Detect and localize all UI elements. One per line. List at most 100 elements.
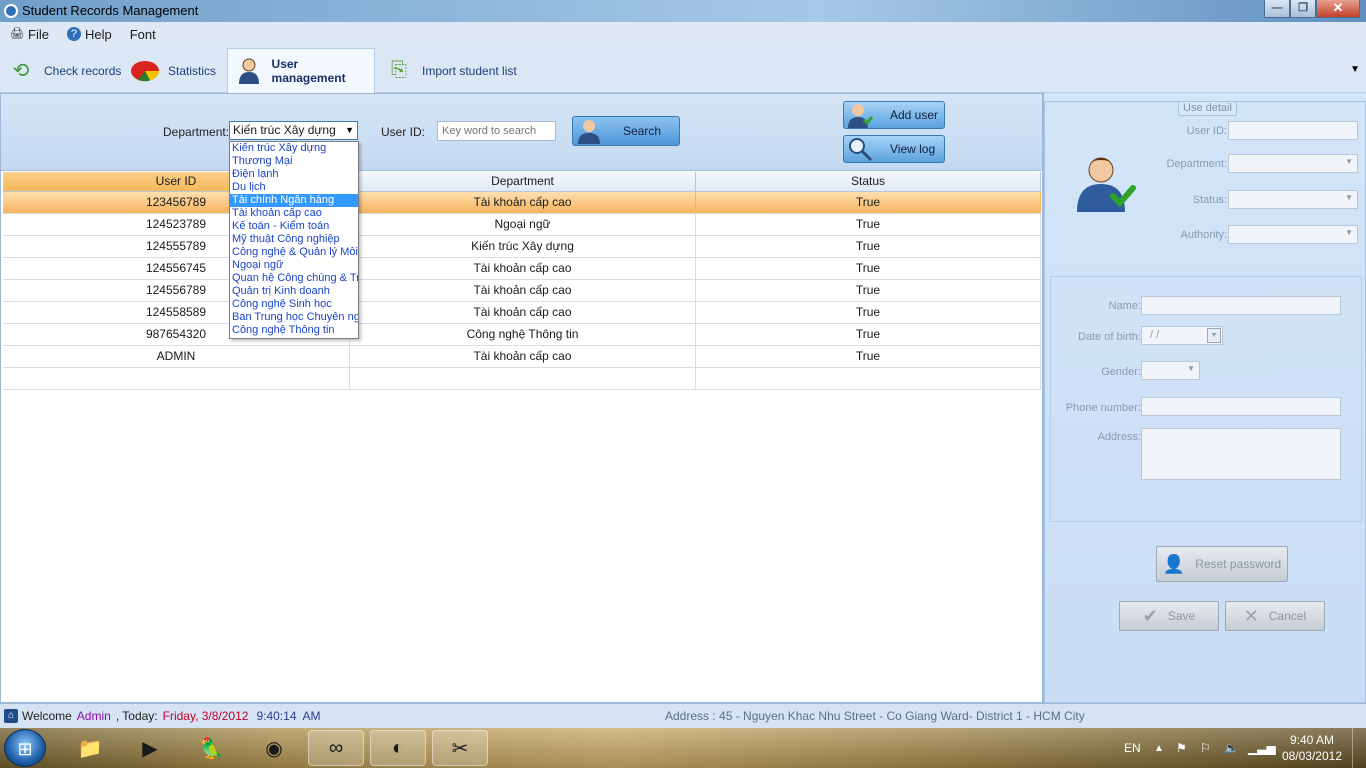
detail-phone-field[interactable] xyxy=(1141,397,1341,416)
dropdown-option[interactable]: Mỹ thuật Công nghiệp xyxy=(230,233,358,246)
table-row[interactable]: 987654320 Công nghệ Thông tin True xyxy=(3,324,1041,346)
tab-overflow-chevron-down-icon[interactable]: ▼ xyxy=(1350,64,1360,75)
table-row[interactable]: 123456789 Tài khoản cấp cao True xyxy=(3,192,1041,214)
cell-status: True xyxy=(696,346,1041,367)
view-log-button[interactable]: View log xyxy=(843,135,945,163)
detail-name-field[interactable] xyxy=(1141,296,1341,315)
cell-user-id: ADMIN xyxy=(3,346,350,367)
detail-authority-select[interactable]: ▼ xyxy=(1228,225,1358,244)
file-icon: 🖨 xyxy=(10,28,24,40)
department-label: Department: xyxy=(163,125,230,139)
cancel-button[interactable]: ✕ Cancel xyxy=(1225,601,1325,631)
detail-userid-field[interactable] xyxy=(1228,121,1358,140)
welcome-text: Welcome xyxy=(22,709,72,723)
chevron-down-icon: ▼ xyxy=(1345,228,1353,237)
detail-gender-label: Gender: xyxy=(1101,366,1141,378)
signal-icon[interactable]: ▁▃▅ xyxy=(1248,728,1276,768)
menu-bar: 🖨 File ? Help Font xyxy=(0,22,1366,46)
volume-icon[interactable]: 🔈 xyxy=(1224,728,1239,768)
table-row[interactable]: 124555789 Kiến trúc Xây dựng True xyxy=(3,236,1041,258)
dropdown-option[interactable]: Ban Trung học Chuyên ng xyxy=(230,311,358,324)
media-player-icon[interactable]: ▶ xyxy=(122,730,178,766)
app-task-icon[interactable]: ◐ xyxy=(370,730,426,766)
dropdown-option-highlighted[interactable]: Tài chính Ngân hàng xyxy=(230,194,358,207)
column-header-status[interactable]: Status xyxy=(696,172,1041,191)
cell-status: True xyxy=(696,324,1041,345)
cell-empty xyxy=(350,368,696,389)
dropdown-option[interactable]: Thương Mại xyxy=(230,155,358,168)
department-select[interactable]: Kiến trúc Xây dựng ▼ xyxy=(229,121,358,140)
action-center-icon[interactable]: ⚐ xyxy=(1200,728,1211,768)
pie-chart-icon xyxy=(130,56,160,86)
network-error-icon[interactable]: ⚑ xyxy=(1176,728,1187,768)
menu-file[interactable]: 🖨 File xyxy=(10,27,49,42)
detail-gender-select[interactable]: ▼ xyxy=(1141,361,1200,380)
minimize-button[interactable]: — xyxy=(1264,0,1290,18)
personal-info-frame: Name: Date of birth: / / ▼ Gender: ▼ Pho… xyxy=(1050,276,1362,522)
tab-check-records[interactable]: ⟲ Check records xyxy=(0,48,124,93)
search-button[interactable]: Search xyxy=(572,116,680,146)
dropdown-option[interactable]: Quan hệ Công chúng & Tr xyxy=(230,272,358,285)
menu-help[interactable]: ? Help xyxy=(66,27,112,42)
table-row[interactable]: 124558589 Tài khoản cấp cao True xyxy=(3,302,1041,324)
userid-label: User ID: xyxy=(381,125,426,139)
save-button[interactable]: ✔ Save xyxy=(1119,601,1219,631)
dropdown-option[interactable]: Kế toán - Kiểm toán xyxy=(230,220,358,233)
snipping-tool-icon[interactable]: ✂ xyxy=(432,730,488,766)
tab-import-student-list[interactable]: ⎘ Import student list xyxy=(378,48,518,93)
table-row[interactable]: 124523789 Ngoại ngữ True xyxy=(3,214,1041,236)
dropdown-option[interactable]: Du lịch xyxy=(230,181,358,194)
maximize-button[interactable]: ❐ xyxy=(1290,0,1316,18)
window-title: Student Records Management xyxy=(22,3,199,18)
chrome-icon[interactable]: ◉ xyxy=(246,730,302,766)
table-row[interactable]: 124556789 Tài khoản cấp cao True xyxy=(3,280,1041,302)
start-button[interactable]: ⊞ xyxy=(4,729,46,767)
detail-department-select[interactable]: ▼ xyxy=(1228,154,1358,173)
tab-statistics[interactable]: Statistics xyxy=(124,48,226,93)
visual-studio-icon[interactable]: ∞ xyxy=(308,730,364,766)
windows-taskbar: ⊞ 📁 ▶ 🦜 ◉ ∞ ◐ ✂ EN ▲ ⚑ ⚐ 🔈 ▁▃▅ 9:40 AM 0… xyxy=(0,728,1366,768)
user-detail-frame: Use detail User ID: Department: ▼ Status… xyxy=(1044,101,1366,703)
user-avatar-icon xyxy=(1073,152,1137,216)
userid-search-input[interactable] xyxy=(437,121,556,141)
detail-address-field[interactable] xyxy=(1141,428,1341,480)
clock-date: 08/03/2012 xyxy=(1281,749,1342,763)
reset-password-button[interactable]: 👤 Reset password xyxy=(1156,546,1288,582)
taskbar-clock[interactable]: 9:40 AM 08/03/2012 xyxy=(1282,732,1342,764)
cell-empty xyxy=(696,368,1041,389)
today-date: Friday, 3/8/2012 xyxy=(162,709,249,723)
parrot-app-icon[interactable]: 🦜 xyxy=(184,730,240,766)
show-desktop-button[interactable] xyxy=(1352,728,1366,768)
user-detail-legend: Use detail xyxy=(1178,101,1237,116)
cancel-x-icon: ✕ xyxy=(1243,605,1259,626)
calendar-dropdown-icon[interactable]: ▼ xyxy=(1207,328,1221,343)
user-search-icon xyxy=(573,117,605,145)
add-user-button[interactable]: Add user xyxy=(843,101,945,129)
language-indicator[interactable]: EN xyxy=(1124,728,1141,768)
table-row-empty[interactable] xyxy=(3,368,1041,390)
explorer-icon[interactable]: 📁 xyxy=(62,730,118,766)
dropdown-option[interactable]: Công nghệ & Quản lý Môi t xyxy=(230,246,358,259)
detail-status-label: Status: xyxy=(1192,194,1227,206)
dropdown-option[interactable]: Kiến trúc Xây dựng xyxy=(230,142,358,155)
chevron-down-icon: ▼ xyxy=(1345,157,1353,166)
close-button[interactable]: ✕ xyxy=(1316,0,1360,18)
detail-status-select[interactable]: ▼ xyxy=(1228,190,1358,209)
dropdown-option[interactable]: Quản trị Kinh doanh xyxy=(230,285,358,298)
cell-department: Tài khoản cấp cao xyxy=(350,302,696,323)
dropdown-option[interactable]: Công nghệ Sinh học xyxy=(230,298,358,311)
table-row[interactable]: 124556745 Tài khoản cấp cao True xyxy=(3,258,1041,280)
dropdown-option[interactable]: Công nghệ Thông tin xyxy=(230,324,358,337)
column-header-department[interactable]: Department xyxy=(350,172,696,191)
detail-dob-field[interactable]: / / ▼ xyxy=(1141,326,1223,345)
home-icon: ⌂ xyxy=(4,709,18,723)
dropdown-option[interactable]: Tài khoản cấp cao xyxy=(230,207,358,220)
menu-font[interactable]: Font xyxy=(130,27,156,42)
dropdown-option[interactable]: Điện lạnh xyxy=(230,168,358,181)
dropdown-option[interactable]: Ngoại ngữ xyxy=(230,259,358,272)
table-row[interactable]: ADMIN Tài khoản cấp cao True xyxy=(3,346,1041,368)
tray-expand-icon[interactable]: ▲ xyxy=(1154,728,1164,768)
detail-name-label: Name: xyxy=(1108,300,1141,312)
tab-user-management[interactable]: User management xyxy=(227,48,375,93)
detail-phone-label: Phone number: xyxy=(1065,402,1141,414)
